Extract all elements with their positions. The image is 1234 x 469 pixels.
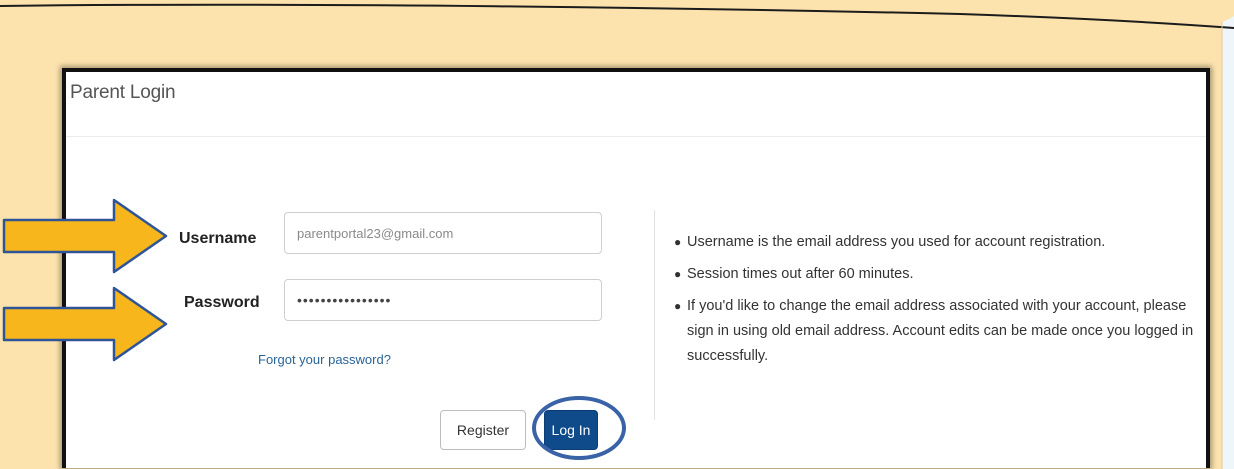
bullet-icon: ● bbox=[674, 267, 682, 281]
vertical-divider bbox=[654, 210, 655, 420]
username-label: Username bbox=[179, 230, 257, 247]
username-input[interactable] bbox=[284, 212, 602, 254]
pointing-arrow-username bbox=[2, 198, 168, 274]
info-item-username: ● Username is the email address you used … bbox=[674, 230, 1214, 255]
forgot-password-link[interactable]: Forgot your password? bbox=[258, 352, 391, 367]
info-item-text: Username is the email address you used f… bbox=[687, 234, 1106, 250]
password-label: Password bbox=[184, 294, 260, 311]
login-panel: Parent Login Username Password Forgot yo… bbox=[62, 68, 1210, 468]
page-title: Parent Login bbox=[70, 82, 176, 103]
log-in-button[interactable]: Log In bbox=[544, 410, 598, 450]
register-button[interactable]: Register bbox=[440, 410, 526, 450]
password-input[interactable] bbox=[284, 279, 602, 321]
pointing-arrow-password bbox=[2, 286, 168, 362]
bullet-icon: ● bbox=[674, 235, 682, 249]
info-item-session: ● Session times out after 60 minutes. bbox=[674, 262, 1214, 287]
panel-header: Parent Login bbox=[66, 72, 1206, 137]
bullet-icon: ● bbox=[674, 299, 682, 313]
info-item-email-change: ● If you'd like to change the email addre… bbox=[674, 294, 1214, 369]
info-item-text: If you'd like to change the email addres… bbox=[687, 298, 1194, 364]
login-info-list: ● Username is the email address you used … bbox=[674, 230, 1214, 376]
info-item-text: Session times out after 60 minutes. bbox=[687, 266, 914, 282]
